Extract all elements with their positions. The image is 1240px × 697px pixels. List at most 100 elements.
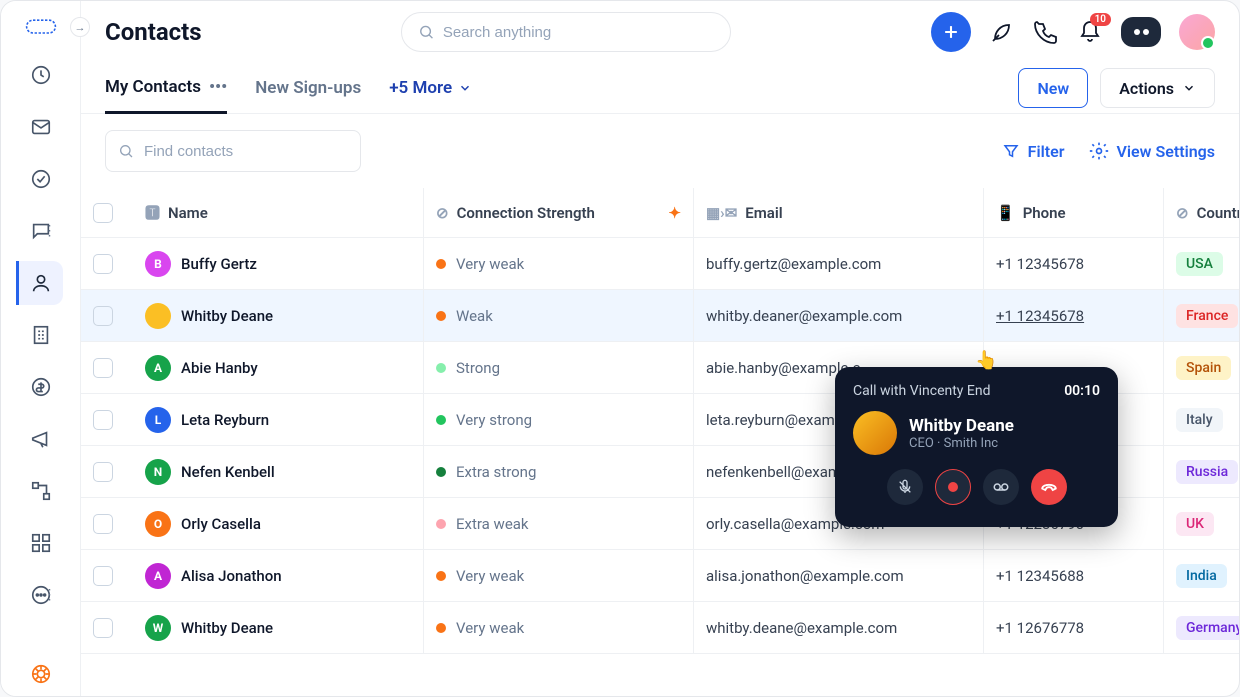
bell-icon[interactable]: 10 <box>1077 19 1103 45</box>
notification-badge: 10 <box>1090 13 1111 26</box>
row-checkbox[interactable] <box>93 306 113 326</box>
chevron-down-icon <box>458 81 472 95</box>
search-input[interactable] <box>443 24 714 41</box>
actions-button[interactable]: Actions <box>1100 68 1215 108</box>
cell-country: Spain <box>1163 342 1239 393</box>
cell-country: Italy <box>1163 394 1239 445</box>
gear-icon <box>1089 141 1109 161</box>
row-checkbox[interactable] <box>93 358 113 378</box>
deals-icon[interactable] <box>19 365 63 409</box>
add-button[interactable] <box>931 12 971 52</box>
campaigns-icon[interactable] <box>19 417 63 461</box>
mail-icon[interactable] <box>19 105 63 149</box>
new-button[interactable]: New <box>1018 68 1088 108</box>
call-contact-name: Whitby Deane <box>909 416 1014 436</box>
col-phone[interactable]: 📱Phone <box>983 188 1163 237</box>
voicemail-button[interactable] <box>983 469 1019 505</box>
chat-icon[interactable]: ⋮ <box>19 209 63 253</box>
main-content: Contacts 10 My Contacts••• New Sign-ups … <box>81 1 1239 696</box>
top-actions: 10 <box>931 12 1215 52</box>
call-popup: Call with Vincenty End 00:10 Whitby Dean… <box>835 367 1118 527</box>
filter-button[interactable]: Filter <box>1002 142 1065 161</box>
record-button[interactable] <box>935 469 971 505</box>
row-checkbox[interactable] <box>93 410 113 430</box>
hangup-button[interactable] <box>1031 469 1067 505</box>
cell-country: USA <box>1163 238 1239 289</box>
app-logo <box>25 15 57 39</box>
user-avatar[interactable] <box>1179 14 1215 50</box>
expand-sidebar-button[interactable]: → <box>70 17 90 37</box>
cell-country: India <box>1163 550 1239 601</box>
table-row[interactable]: WWhitby Deane Very weak whitby.deane@exa… <box>81 602 1239 654</box>
row-checkbox[interactable] <box>93 462 113 482</box>
cell-country: Russia <box>1163 446 1239 497</box>
assistant-icon[interactable] <box>1121 17 1161 47</box>
cell-name: AAbie Hanby <box>133 355 423 381</box>
cell-strength: Strong <box>423 342 693 393</box>
cell-strength: Very strong <box>423 394 693 445</box>
phone-icon[interactable] <box>1033 19 1059 45</box>
table-row[interactable]: BBuffy Gertz Very weak buffy.gertz@examp… <box>81 238 1239 290</box>
cell-email: whitby.deane@example.com <box>693 602 983 653</box>
workflows-icon[interactable] <box>19 469 63 513</box>
row-checkbox[interactable] <box>93 566 113 586</box>
cell-name: WWhitby Deane <box>133 615 423 641</box>
row-checkbox[interactable] <box>93 514 113 534</box>
col-email[interactable]: ▦›✉Email <box>693 188 983 237</box>
chevron-down-icon <box>1182 81 1196 95</box>
cell-phone[interactable]: +1 12676778 <box>983 602 1163 653</box>
cell-name: AAlisa Jonathon <box>133 563 423 589</box>
search-icon <box>118 142 134 160</box>
apps-icon[interactable] <box>19 521 63 565</box>
col-strength[interactable]: ⊘Connection Strength✦ <box>423 188 693 237</box>
col-country[interactable]: ⊘Country <box>1163 188 1239 237</box>
cell-strength: Extra weak <box>423 498 693 549</box>
call-avatar <box>853 411 897 455</box>
cell-phone[interactable]: +1 12345678 <box>983 290 1163 341</box>
call-timer: 00:10 <box>1064 383 1100 399</box>
cell-country: France <box>1163 290 1239 341</box>
companies-icon[interactable] <box>19 313 63 357</box>
mute-button[interactable] <box>887 469 923 505</box>
row-checkbox[interactable] <box>93 618 113 638</box>
find-input[interactable] <box>144 143 348 160</box>
col-name[interactable]: 🆃Name <box>133 202 423 223</box>
help-icon[interactable] <box>19 652 63 696</box>
more-icon[interactable]: ⋮ <box>19 573 63 617</box>
table-row[interactable]: AAlisa Jonathon Very weak alisa.jonathon… <box>81 550 1239 602</box>
cell-name: NNefen Kenbell <box>133 459 423 485</box>
cell-country: UK <box>1163 498 1239 549</box>
cell-name: LLeta Reyburn <box>133 407 423 433</box>
cell-name: Whitby Deane <box>133 303 423 329</box>
sidebar: → ⋮ ⋮ <box>1 1 81 696</box>
call-title: Call with Vincenty End <box>853 383 991 399</box>
dashboard-icon[interactable] <box>19 53 63 97</box>
select-all-checkbox[interactable] <box>93 203 113 223</box>
tab-more[interactable]: +5 More <box>389 64 472 112</box>
search-icon <box>418 23 435 41</box>
cell-email: whitby.deaner@example.com <box>693 290 983 341</box>
cell-phone[interactable]: +1 12345678 <box>983 238 1163 289</box>
sparkle-icon: ✦ <box>668 204 681 222</box>
tab-my-contacts[interactable]: My Contacts••• <box>105 63 227 114</box>
tab-new-signups[interactable]: New Sign-ups <box>255 64 361 112</box>
global-search[interactable] <box>401 12 731 52</box>
call-contact-subtitle: CEO · Smith Inc <box>909 436 1014 451</box>
cell-phone[interactable]: +1 12345688 <box>983 550 1163 601</box>
find-contacts[interactable] <box>105 130 361 172</box>
cell-strength: Very weak <box>423 238 693 289</box>
topbar: Contacts 10 <box>81 1 1239 63</box>
contacts-icon[interactable] <box>16 261 63 305</box>
row-checkbox[interactable] <box>93 254 113 274</box>
table-row[interactable]: Whitby Deane Weak whitby.deaner@example.… <box>81 290 1239 342</box>
rocket-icon[interactable] <box>989 19 1015 45</box>
cell-email: alisa.jonathon@example.com <box>693 550 983 601</box>
tasks-icon[interactable] <box>19 157 63 201</box>
toolbar: Filter View Settings <box>81 114 1239 188</box>
cell-name: OOrly Casella <box>133 511 423 537</box>
filter-icon <box>1002 142 1020 160</box>
cell-strength: Very weak <box>423 550 693 601</box>
page-title: Contacts <box>105 18 202 46</box>
view-settings-button[interactable]: View Settings <box>1089 141 1216 161</box>
cell-strength: Very weak <box>423 602 693 653</box>
